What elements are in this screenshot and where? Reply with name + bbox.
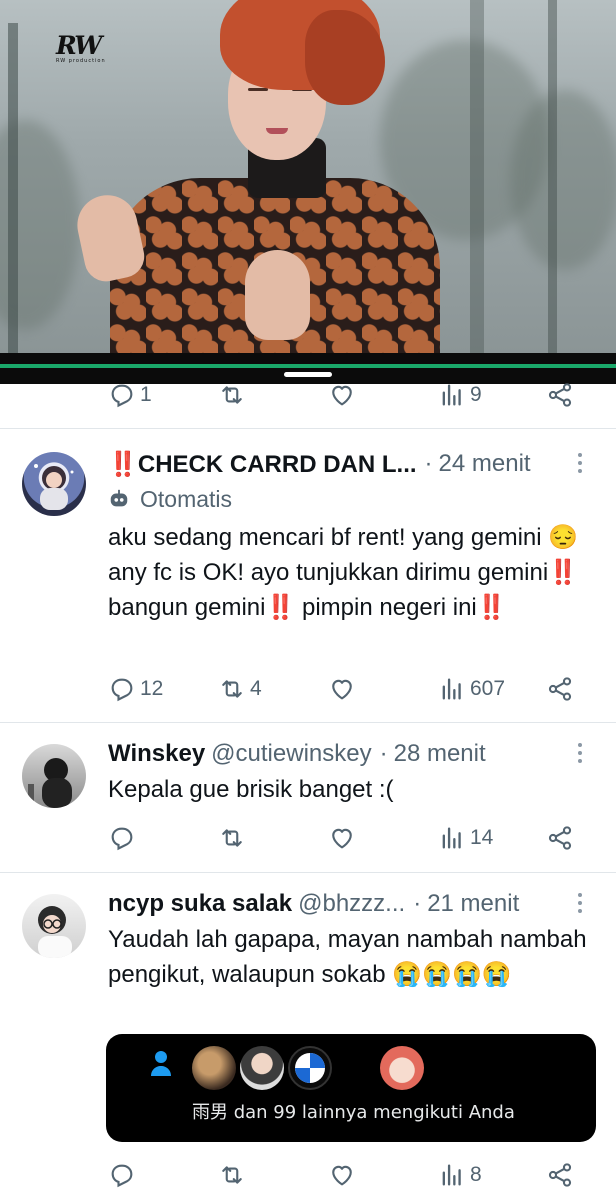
heart-icon xyxy=(332,828,352,849)
follower-avatar xyxy=(288,1046,332,1090)
retweet-button[interactable]: 4 xyxy=(218,672,262,706)
timestamp[interactable]: 24 menit xyxy=(439,450,531,478)
share-icon xyxy=(548,1163,572,1187)
heart-icon xyxy=(332,679,352,700)
retweet-button[interactable] xyxy=(218,1158,246,1192)
bot-icon xyxy=(110,489,128,507)
background-tree xyxy=(470,0,484,353)
views-count: 9 xyxy=(470,383,482,406)
avatar[interactable] xyxy=(22,894,86,958)
share-button[interactable] xyxy=(546,378,574,412)
username[interactable]: @bhzzz... xyxy=(298,890,405,918)
follower-avatar xyxy=(192,1046,236,1090)
share-button[interactable] xyxy=(546,821,574,855)
retweet-button[interactable] xyxy=(218,378,246,412)
divider xyxy=(0,872,616,873)
share-icon xyxy=(548,383,572,407)
video-subject xyxy=(70,0,450,353)
tweet-header: ncyp suka salak @bhzzz... · 21 menit xyxy=(108,890,520,918)
like-button[interactable] xyxy=(328,672,356,706)
toast-message: 雨男 dan 99 lainnya mengikuti Anda xyxy=(192,1102,515,1123)
display-name[interactable]: ncyp suka salak xyxy=(108,890,292,918)
tweet-header: ‼️CHECK CARRD DAN L... · 24 menit xyxy=(108,450,531,479)
reply-button[interactable] xyxy=(108,821,136,855)
like-button[interactable] xyxy=(328,821,356,855)
display-name[interactable]: ‼️CHECK CARRD DAN L... xyxy=(108,450,417,479)
tweet-text: Yaudah lah gapapa, mayan nambah nambah p… xyxy=(108,926,587,988)
retweet-button[interactable] xyxy=(218,821,246,855)
views-icon xyxy=(442,384,461,406)
views-button[interactable]: 8 xyxy=(438,1158,482,1192)
views-count: 14 xyxy=(470,826,494,849)
heart-icon xyxy=(332,1165,352,1186)
automated-label: Otomatis xyxy=(108,485,232,513)
reply-icon xyxy=(111,678,133,702)
avatar[interactable] xyxy=(22,452,86,516)
retweet-icon xyxy=(222,680,242,698)
display-name[interactable]: Winskey xyxy=(108,740,205,768)
divider xyxy=(0,722,616,723)
share-button[interactable] xyxy=(546,1158,574,1192)
reply-icon xyxy=(111,384,133,408)
more-options-icon[interactable] xyxy=(570,888,590,918)
share-button[interactable] xyxy=(546,672,574,706)
tweet-header: Winskey @cutiewinskey · 28 menit xyxy=(108,740,486,768)
retweet-icon xyxy=(222,1166,242,1184)
views-button[interactable]: 9 xyxy=(438,378,482,412)
drag-handle[interactable] xyxy=(284,372,332,377)
heart-icon xyxy=(332,385,352,406)
views-icon xyxy=(442,678,461,700)
retweet-icon xyxy=(222,829,242,847)
tweet-actions: 8 xyxy=(0,1158,616,1192)
views-count: 607 xyxy=(470,677,506,700)
tweet-actions: 14 xyxy=(0,821,616,855)
follower-avatar xyxy=(240,1046,284,1090)
person-icon xyxy=(151,1051,171,1076)
tweet-actions: 1 9 xyxy=(0,378,616,412)
reply-button[interactable]: 1 xyxy=(108,378,152,412)
follow-notification-toast[interactable]: 雨男 dan 99 lainnya mengikuti Anda xyxy=(106,1034,596,1142)
avatar[interactable] xyxy=(22,744,86,808)
timestamp[interactable]: 28 menit xyxy=(394,740,486,768)
video-player[interactable]: RW RW production xyxy=(0,0,616,353)
video-progress-bar[interactable] xyxy=(0,364,616,368)
tweet-text: aku sedang mencari bf rent! yang gemini … xyxy=(108,524,579,621)
share-icon xyxy=(548,826,572,850)
views-button[interactable]: 14 xyxy=(438,821,493,855)
divider xyxy=(0,428,616,429)
background-tree xyxy=(548,0,557,353)
more-options-icon[interactable] xyxy=(570,738,590,768)
username[interactable]: @cutiewinskey xyxy=(211,740,371,768)
tweet-actions: 12 4 607 xyxy=(0,672,616,706)
more-options-icon[interactable] xyxy=(570,448,590,478)
views-count: 8 xyxy=(470,1163,482,1186)
timestamp[interactable]: 21 menit xyxy=(427,890,519,918)
video-logo: RW RW production xyxy=(56,31,106,64)
tweet-text: Kepala gue brisik banget :( xyxy=(108,776,394,803)
reply-button[interactable]: 12 xyxy=(108,672,163,706)
share-icon xyxy=(548,677,572,701)
views-button[interactable]: 607 xyxy=(438,672,505,706)
follower-avatar xyxy=(380,1046,424,1090)
views-icon xyxy=(442,1164,461,1186)
reply-button[interactable] xyxy=(108,1158,136,1192)
like-button[interactable] xyxy=(328,1158,356,1192)
reply-icon xyxy=(111,1164,133,1188)
retweet-count: 4 xyxy=(250,677,262,700)
background-foliage xyxy=(510,90,616,270)
like-button[interactable] xyxy=(328,378,356,412)
reply-icon xyxy=(111,827,133,851)
reply-count: 12 xyxy=(140,677,164,700)
background-tree xyxy=(8,23,18,353)
automated-text: Otomatis xyxy=(140,485,233,512)
retweet-icon xyxy=(222,386,242,404)
reply-count: 1 xyxy=(140,383,152,406)
views-icon xyxy=(442,827,461,849)
